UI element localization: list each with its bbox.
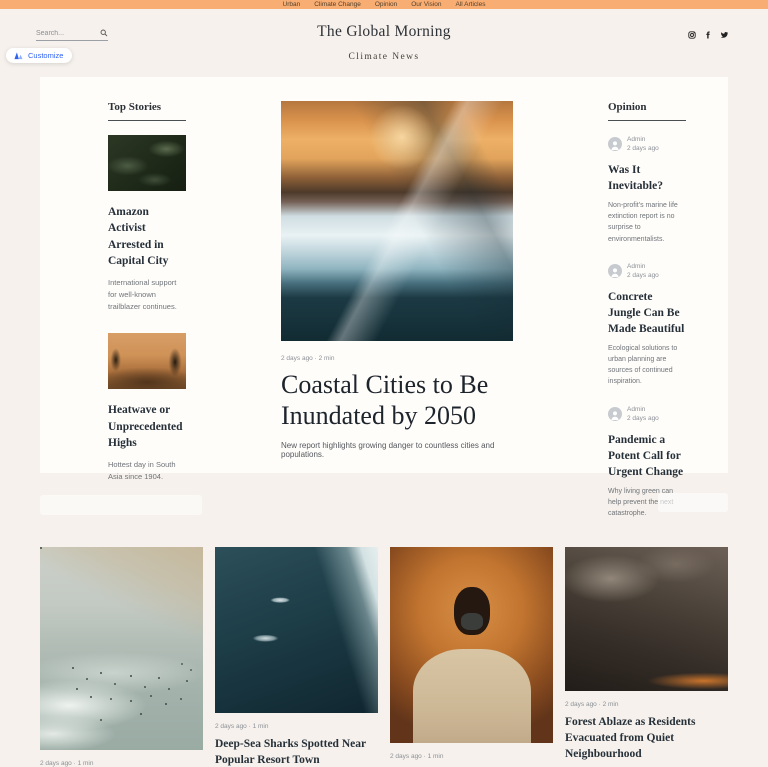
story-excerpt: International support for well-known tra… <box>108 278 177 312</box>
person-icon <box>611 411 619 421</box>
masthead: The Global Morning Climate News <box>0 23 768 62</box>
author-row: Admin 2 days ago <box>608 135 686 154</box>
featured-article: 2 days ago · 2 min Coastal Cities to Be … <box>281 101 513 536</box>
post-date: 2 days ago <box>627 272 659 280</box>
opinion-title-link[interactable]: Concrete Jungle Can Be Made Beautiful <box>608 289 686 337</box>
story-image-jungle-leaves[interactable] <box>108 135 186 191</box>
facebook-icon[interactable] <box>704 31 712 39</box>
card-title-link[interactable]: Deep-Sea Sharks Spotted Near Popular Res… <box>215 737 378 767</box>
card-meta: 2 days ago · 1 min <box>390 753 444 760</box>
opinion-excerpt: Non-profit's marine life extinction repo… <box>608 202 678 243</box>
site-header: Customize The Global Morning Climate New… <box>0 9 768 73</box>
avatar <box>608 407 622 422</box>
author-meta: Admin 2 days ago <box>627 405 659 424</box>
site-title: The Global Morning <box>317 23 451 40</box>
post-date: 2 days ago <box>627 145 659 153</box>
opinion-heading: Opinion <box>608 101 686 121</box>
card-meta: 2 days ago · 1 min <box>40 760 94 767</box>
nav-item-our-vision[interactable]: Our Vision <box>411 0 441 9</box>
story-image-burning-trees[interactable] <box>108 333 186 390</box>
opinion-column: Opinion Admin 2 days ago Was It Inevitab… <box>608 101 686 536</box>
nav-item-climate-change[interactable]: Climate Change <box>314 0 361 9</box>
nav-item-opinion[interactable]: Opinion <box>375 0 397 9</box>
main-panel: Top Stories Amazon Activist Arrested in … <box>40 77 728 517</box>
featured-excerpt: New report highlights growing danger to … <box>281 441 495 460</box>
top-story-item: Heatwave or Unprecedented Highs Hottest … <box>108 333 186 483</box>
card-image-orcas-sea[interactable] <box>215 547 378 713</box>
story-title-link[interactable]: Heatwave or Unprecedented Highs <box>108 402 186 451</box>
author-name: Admin <box>627 136 646 143</box>
author-name: Admin <box>627 405 646 413</box>
opinion-excerpt: Ecological solutions to urban planning a… <box>608 344 678 386</box>
article-card: 2 days ago · 1 min <box>390 547 553 767</box>
opinion-title-link[interactable]: Was It Inevitable? <box>608 162 686 194</box>
faded-section-heading <box>40 495 202 515</box>
author-name: Admin <box>627 262 646 270</box>
featured-title-link[interactable]: Coastal Cities to Be Inundated by 2050 <box>281 370 513 431</box>
author-meta: Admin 2 days ago <box>627 262 659 281</box>
person-icon <box>611 141 619 151</box>
twitter-icon[interactable] <box>720 31 728 39</box>
beach-crowd-dots <box>40 547 42 549</box>
figure-shirt <box>412 649 531 743</box>
card-image-wildfire-smoke[interactable] <box>565 547 728 691</box>
avatar <box>608 137 622 152</box>
card-meta: 2 days ago · 1 min <box>215 723 269 730</box>
card-meta: 2 days ago · 2 min <box>565 701 619 708</box>
latest-articles-grid: 2 days ago · 1 min 2 days ago · 1 min De… <box>40 547 728 767</box>
story-title-link[interactable]: Amazon Activist Arrested in Capital City <box>108 204 186 269</box>
top-stories-heading: Top Stories <box>108 101 186 121</box>
author-row: Admin 2 days ago <box>608 262 686 281</box>
card-image-gas-mask-man[interactable] <box>390 547 553 743</box>
avatar <box>608 264 622 279</box>
person-icon <box>611 268 619 278</box>
latest-section-header <box>0 473 768 547</box>
article-card: 2 days ago · 1 min Deep-Sea Sharks Spott… <box>215 547 378 767</box>
card-title-link[interactable]: Forest Ablaze as Residents Evacuated fro… <box>565 715 728 763</box>
top-stories-column: Top Stories Amazon Activist Arrested in … <box>108 101 186 536</box>
gas-mask <box>460 613 483 630</box>
opinion-item: Admin 2 days ago Concrete Jungle Can Be … <box>608 262 686 388</box>
opinion-item: Admin 2 days ago Was It Inevitable? Non-… <box>608 135 686 245</box>
site-subtitle: Climate News <box>348 52 420 62</box>
social-links <box>688 31 728 39</box>
author-row: Admin 2 days ago <box>608 405 686 424</box>
post-date: 2 days ago <box>627 415 659 423</box>
featured-meta: 2 days ago · 2 min <box>281 355 335 362</box>
nav-item-urban[interactable]: Urban <box>283 0 301 9</box>
instagram-icon[interactable] <box>688 31 696 39</box>
nav-item-all-articles[interactable]: All Articles <box>455 0 485 9</box>
author-meta: Admin 2 days ago <box>627 135 659 154</box>
card-image-misty-beach[interactable] <box>40 547 203 750</box>
article-card: 2 days ago · 1 min <box>40 547 203 767</box>
top-story-item: Amazon Activist Arrested in Capital City… <box>108 135 186 313</box>
top-navigation: Urban Climate Change Opinion Our Vision … <box>0 0 768 9</box>
article-card: 2 days ago · 2 min Forest Ablaze as Resi… <box>565 547 728 767</box>
featured-image-iceberg-sunset[interactable] <box>281 101 513 341</box>
faded-view-all-button[interactable] <box>658 493 728 512</box>
